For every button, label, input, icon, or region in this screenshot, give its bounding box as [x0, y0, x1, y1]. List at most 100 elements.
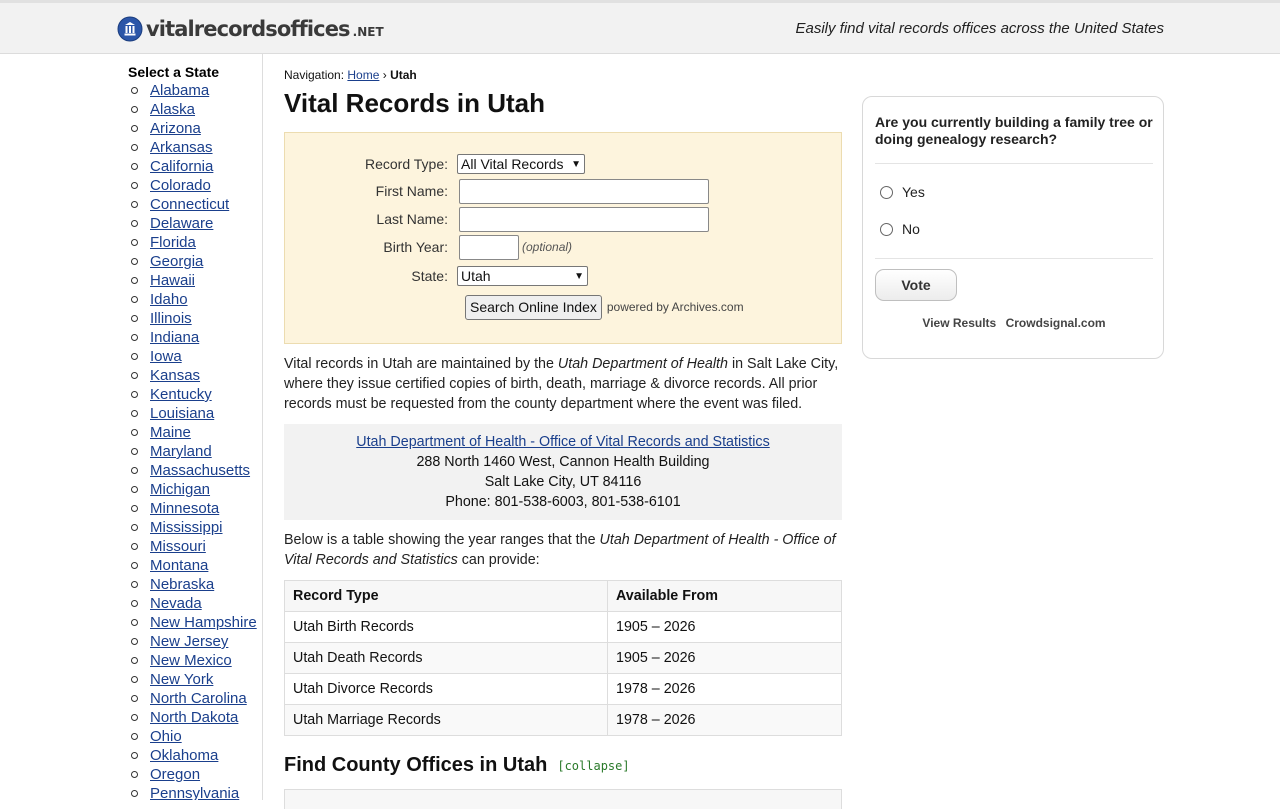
record-type-cell: Utah Death Records [284, 642, 608, 674]
list-bullet-icon [131, 391, 138, 398]
record-search-form: Record Type: All Vital Records ▼ First N… [284, 132, 842, 344]
collapse-toggle[interactable]: [collapse] [557, 759, 629, 773]
sidebar-state-item: Louisiana [130, 404, 257, 423]
sidebar-state-item: Montana [130, 556, 257, 575]
state-link[interactable]: California [150, 157, 213, 176]
state-link[interactable]: Ohio [150, 727, 182, 746]
state-link[interactable]: Arizona [150, 119, 201, 138]
list-bullet-icon [131, 505, 138, 512]
sidebar-state-item: Maryland [130, 442, 257, 461]
page-title: Vital Records in Utah [284, 88, 546, 118]
sidebar-state-item: Colorado [130, 176, 257, 195]
state-link[interactable]: Florida [150, 233, 196, 252]
globe-icon [117, 16, 143, 42]
genealogy-poll: Are you currently building a family tree… [862, 96, 1164, 359]
state-link[interactable]: New Mexico [150, 651, 232, 670]
list-bullet-icon [131, 239, 138, 246]
state-link[interactable]: New Jersey [150, 632, 228, 651]
state-link[interactable]: Delaware [150, 214, 213, 233]
office-name-link[interactable]: Utah Department of Health - Office of Vi… [356, 434, 769, 450]
first-name-input[interactable] [459, 178, 709, 204]
view-results-link[interactable]: View Results [922, 316, 996, 330]
poll-option-no-label: No [902, 221, 920, 237]
state-sidebar: Select a State Alabama Alaska Arizona Arkan… [0, 54, 263, 800]
sidebar-state-item: Minnesota [130, 499, 257, 518]
vote-button[interactable]: Vote [875, 269, 957, 301]
poll-option-no[interactable]: No [880, 221, 920, 237]
state-select[interactable]: Utah ▼ [457, 266, 588, 286]
sidebar-state-item: Hawaii [130, 271, 257, 290]
below-text-1: Below is a table showing the year ranges… [284, 532, 600, 548]
state-link[interactable]: Missouri [150, 537, 206, 556]
radio-yes[interactable] [880, 185, 893, 199]
state-link[interactable]: Michigan [150, 480, 210, 499]
state-link[interactable]: Montana [150, 556, 208, 575]
search-online-index-button[interactable]: Search Online Index [465, 294, 602, 320]
below-text-2: can provide: [457, 552, 540, 568]
last-name-input[interactable] [459, 206, 709, 232]
state-link[interactable]: Kentucky [150, 385, 212, 404]
state-link[interactable]: New York [150, 670, 213, 689]
column-header-available-from: Available From [607, 580, 842, 612]
state-link[interactable]: Oregon [150, 765, 200, 784]
state-link[interactable]: Arkansas [150, 138, 213, 157]
radio-no[interactable] [880, 222, 893, 236]
sidebar-state-item: New York [130, 670, 257, 689]
record-type-select[interactable]: All Vital Records ▼ [457, 154, 585, 174]
sidebar-state-item: Arkansas [130, 138, 257, 157]
county-offices-heading: Find County Offices in Utah [collapse] [284, 754, 630, 777]
sidebar-state-item: Mississippi [130, 518, 257, 537]
record-type-value: All Vital Records [461, 156, 564, 172]
state-link[interactable]: Mississippi [150, 518, 223, 537]
state-link[interactable]: Nebraska [150, 575, 214, 594]
state-label: State: [411, 268, 448, 284]
state-link[interactable]: New Hampshire [150, 613, 257, 632]
list-bullet-icon [131, 619, 138, 626]
state-link[interactable]: Kansas [150, 366, 200, 385]
list-bullet-icon [131, 334, 138, 341]
list-bullet-icon [131, 581, 138, 588]
state-link[interactable]: Louisiana [150, 404, 214, 423]
birth-year-input[interactable] [459, 234, 519, 260]
state-link[interactable]: Nevada [150, 594, 202, 613]
state-link[interactable]: Idaho [150, 290, 188, 309]
office-address-line2: Salt Lake City, UT 84116 [484, 474, 642, 490]
crowdsignal-link[interactable]: Crowdsignal.com [1006, 316, 1106, 330]
chevron-down-icon: ▼ [571, 158, 581, 170]
sidebar-state-item: New Mexico [130, 651, 257, 670]
available-from-cell: 1905 – 2026 [607, 642, 842, 674]
state-link[interactable]: Iowa [150, 347, 182, 366]
list-bullet-icon [131, 429, 138, 436]
state-link[interactable]: Maine [150, 423, 191, 442]
logo-tld: .NET [352, 24, 384, 39]
breadcrumb-home-link[interactable]: Home [347, 68, 379, 82]
list-bullet-icon [131, 562, 138, 569]
state-link[interactable]: Pennsylvania [150, 784, 239, 800]
state-link[interactable]: Maryland [150, 442, 212, 461]
state-value: Utah [461, 268, 491, 284]
state-link[interactable]: Oklahoma [150, 746, 218, 765]
poll-option-yes[interactable]: Yes [880, 184, 925, 200]
list-bullet-icon [131, 258, 138, 265]
list-bullet-icon [131, 448, 138, 455]
state-link[interactable]: Illinois [150, 309, 192, 328]
state-link[interactable]: Alabama [150, 81, 209, 100]
state-link[interactable]: Massachusetts [150, 461, 250, 480]
breadcrumb-separator: › [382, 68, 387, 82]
state-link[interactable]: North Carolina [150, 689, 247, 708]
available-from-cell: 1978 – 2026 [607, 704, 842, 736]
state-link[interactable]: Minnesota [150, 499, 219, 518]
state-link[interactable]: Indiana [150, 328, 199, 347]
state-link[interactable]: Georgia [150, 252, 203, 271]
state-link[interactable]: Colorado [150, 176, 211, 195]
list-bullet-icon [131, 220, 138, 227]
state-link[interactable]: North Dakota [150, 708, 238, 727]
state-link[interactable]: Alaska [150, 100, 195, 119]
breadcrumb-current: Utah [390, 68, 417, 82]
list-bullet-icon [131, 410, 138, 417]
state-link[interactable]: Hawaii [150, 271, 195, 290]
record-type-cell: Utah Divorce Records [284, 673, 608, 705]
state-link[interactable]: Connecticut [150, 195, 229, 214]
list-bullet-icon [131, 467, 138, 474]
site-logo[interactable]: vitalrecordsoffices .NET [117, 15, 384, 43]
